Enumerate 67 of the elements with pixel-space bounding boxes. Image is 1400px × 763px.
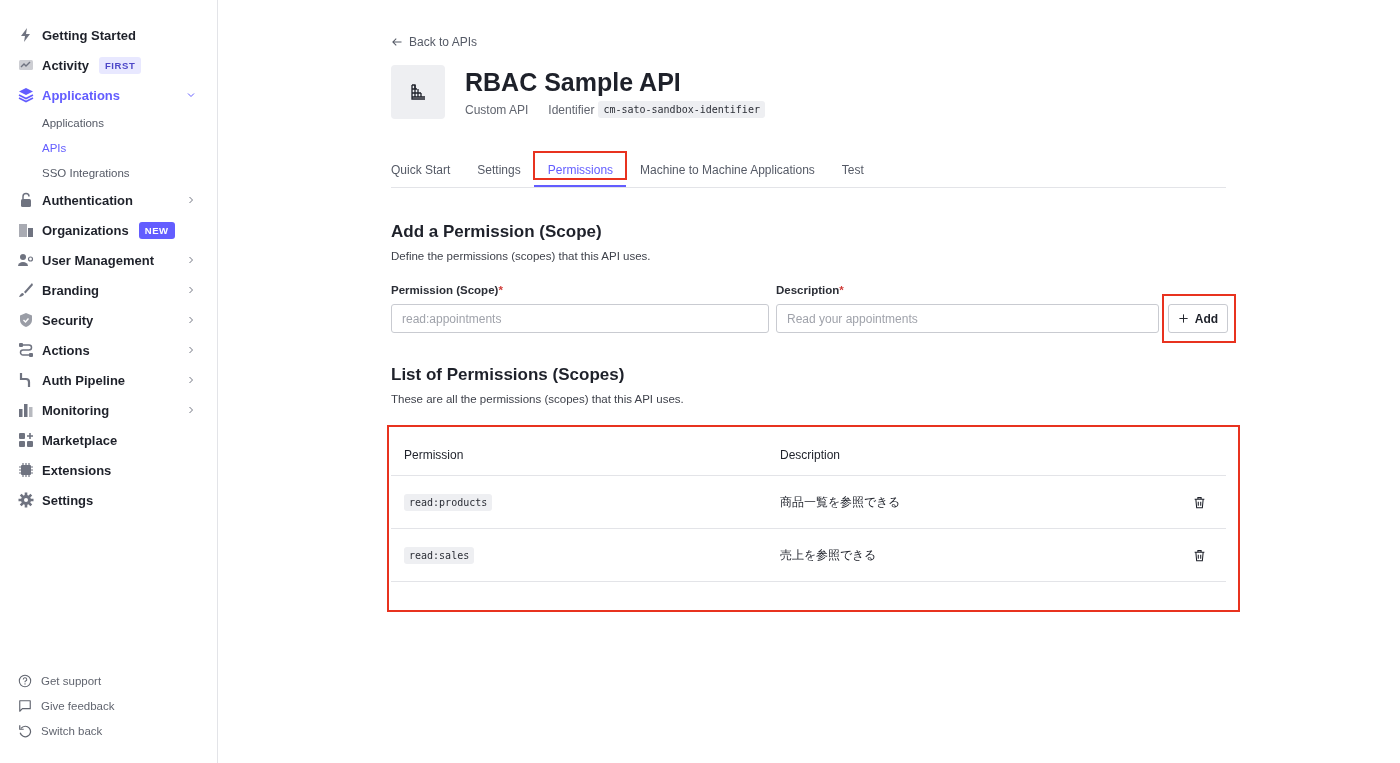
users-icon [18,252,34,268]
footer-link[interactable]: Switch back [18,718,217,743]
tab[interactable]: Permissions [533,155,627,187]
sidebar-item[interactable]: Activity FIRST [18,50,217,80]
table-cell: 売上を参照できる [767,528,1173,582]
brush-icon [18,282,34,298]
arrow-left-icon [391,36,403,48]
undo-icon [18,723,32,738]
grid-blocks-icon [410,84,426,100]
sidebar-subitem[interactable]: SSO Integrations [42,160,217,185]
trash-icon[interactable] [1193,496,1206,510]
api-type: Custom API [465,102,529,117]
shield-icon [18,312,34,328]
sidebar-item[interactable]: User Management [18,245,217,275]
sidebar-item[interactable]: Authentication [18,185,217,215]
sidebar-item[interactable]: Auth Pipeline [18,365,217,395]
tab[interactable]: Settings [463,155,534,187]
sidebar-item[interactable]: Monitoring [18,395,217,425]
input-field[interactable]: Read your appointments [776,304,1159,333]
input-field[interactable]: read:appointments [391,304,769,333]
table-cell: 商品一覧を参照できる [767,475,1173,529]
permission-code: read:products [404,494,493,511]
sidebar-item[interactable]: Getting Started [18,20,217,50]
tab[interactable]: Quick Start [391,155,464,187]
sidebar-subitem[interactable]: APIs [42,135,217,160]
section-heading: Add a Permission (Scope) [391,222,603,242]
sidebar-item[interactable]: Applications [18,80,217,110]
chip-icon [18,462,34,478]
sidebar-item[interactable]: Settings [18,485,217,515]
footer-link[interactable]: Get support [18,668,217,693]
add-button[interactable]: Add [1168,304,1228,333]
column-header: Permission [391,425,767,476]
badge: FIRST [98,56,142,74]
sidebar-item[interactable]: Organizations NEW [18,215,217,245]
back-link[interactable]: Back to APIs [391,30,478,54]
badge: NEW [138,221,175,239]
lock-icon [18,192,34,208]
sidebar-subitem[interactable]: Applications [42,110,217,135]
building-icon [18,222,34,238]
permission-code: read:sales [404,547,475,564]
trend-chart-icon [18,57,34,73]
bar-chart-icon [18,402,34,418]
gear-icon [18,492,34,508]
sidebar-item[interactable]: Branding [18,275,217,305]
column-header: Description [767,425,1173,476]
sidebar-item[interactable]: Marketplace [18,425,217,455]
sidebar-item[interactable]: Extensions [18,455,217,485]
grid-plus-icon [18,432,34,448]
tab[interactable]: Test [827,155,877,187]
sidebar-item[interactable]: Actions [18,335,217,365]
section-description: Define the permissions (scopes) that this API uses. [391,250,652,262]
identifier-code: cm-sato-sandbox-identifier [598,101,765,118]
section-description: These are all the permissions (scopes) that this API uses. [391,393,685,405]
identifier-label: Identifier [548,102,595,117]
tab[interactable]: Machine to Machine Applications [626,155,828,187]
page-title: RBAC Sample API [465,67,682,97]
section-heading: List of Permissions (Scopes) [391,365,626,385]
layers-icon [18,87,34,103]
trash-icon[interactable] [1193,549,1206,563]
field-label: Permission (Scope)* [391,284,504,296]
flow-icon [18,342,34,358]
plus-icon [1177,313,1189,324]
field-label: Description* [776,284,845,296]
sidebar-item[interactable]: Security [18,305,217,335]
help-icon [18,673,32,688]
chat-bubble-icon [18,698,32,713]
footer-link[interactable]: Give feedback [18,693,217,718]
